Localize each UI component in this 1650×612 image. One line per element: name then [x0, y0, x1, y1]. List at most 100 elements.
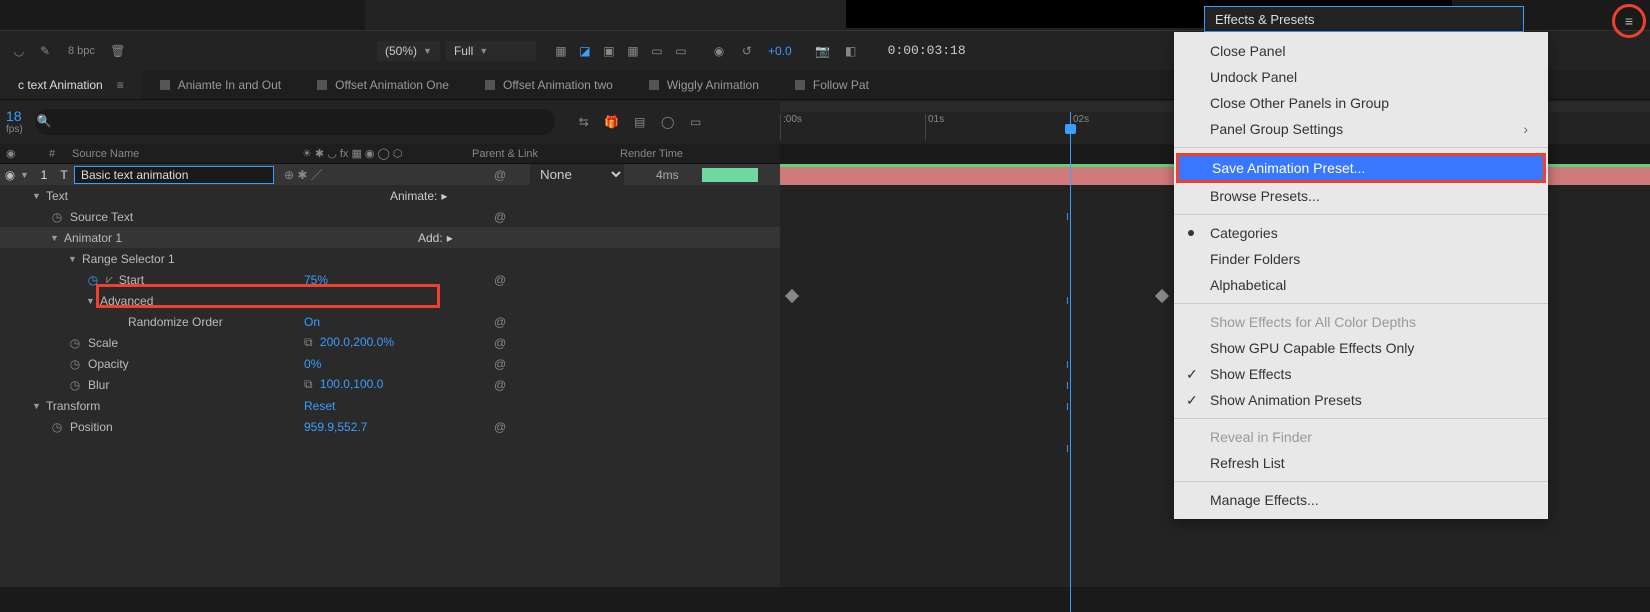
layer-row[interactable]: ◉ ▼ 1 T ⊕ ✱ ／ @ None 4ms — [0, 164, 780, 185]
menu-panel-group-settings[interactable]: Panel Group Settings › — [1174, 116, 1548, 142]
trash-icon[interactable]: 🗑 — [109, 42, 127, 60]
prop-value[interactable]: On — [304, 315, 320, 329]
stopwatch-icon[interactable]: ◷ — [68, 336, 82, 350]
prop-source-text[interactable]: ◷ Source Text @ — [0, 206, 780, 227]
menu-close-panel[interactable]: Close Panel — [1174, 38, 1548, 64]
panel-menu-icon[interactable]: ≡ — [1625, 13, 1633, 29]
menu-alphabetical[interactable]: Alphabetical — [1174, 272, 1548, 298]
exposure-value[interactable]: +0.0 — [768, 44, 792, 58]
animate-menu-button[interactable]: Animate: ▸ — [390, 189, 447, 203]
prop-advanced-group[interactable]: ▼ Advanced — [0, 290, 780, 311]
tab-offset-one[interactable]: Offset Animation One — [299, 70, 467, 99]
tab-animate-in-out[interactable]: Aniamte In and Out — [142, 70, 299, 99]
tab-offset-two[interactable]: Offset Animation two — [467, 70, 631, 99]
pen-icon[interactable]: ✎ — [36, 42, 54, 60]
prop-animator-group[interactable]: ▼ Animator 1 Add: ▸ — [0, 227, 780, 248]
prop-value[interactable]: ⧉ 200.0,200.0% — [304, 335, 394, 350]
prop-value[interactable]: 959.9,552.7 — [304, 420, 367, 434]
mask-toggle-icon[interactable]: ◪ — [574, 40, 596, 62]
menu-manage-effects[interactable]: Manage Effects... — [1174, 487, 1548, 513]
prop-text-group[interactable]: ▼ Text Animate: ▸ — [0, 185, 780, 206]
stopwatch-icon[interactable]: ◷ — [50, 420, 64, 434]
menu-show-animation-presets[interactable]: ✓ Show Animation Presets — [1174, 387, 1548, 413]
menu-show-effects[interactable]: ✓ Show Effects — [1174, 361, 1548, 387]
expression-pickwhip-icon[interactable]: @ — [494, 420, 506, 434]
prop-randomize-order[interactable]: Randomize Order On @ — [0, 311, 780, 332]
layer-name-input[interactable] — [74, 166, 274, 184]
expression-pickwhip-icon[interactable]: @ — [494, 336, 506, 350]
menu-show-all-color-depths[interactable]: Show Effects for All Color Depths — [1174, 309, 1548, 335]
prop-start[interactable]: ◷ ⩗ Start 75% @ — [0, 269, 780, 290]
twirl-icon[interactable]: ▼ — [32, 401, 46, 411]
menu-undock-panel[interactable]: Undock Panel — [1174, 64, 1548, 90]
visibility-toggle[interactable]: ◉ — [0, 168, 20, 182]
prop-position[interactable]: ◷ Position 959.9,552.7 @ — [0, 416, 780, 437]
expression-pickwhip-icon[interactable]: @ — [494, 378, 506, 392]
menu-save-animation-preset[interactable]: Save Animation Preset... — [1176, 153, 1546, 183]
add-menu-button[interactable]: Add: ▸ — [418, 231, 453, 245]
reset-exposure-icon[interactable]: ↺ — [736, 40, 758, 62]
twirl-icon[interactable]: ▼ — [50, 233, 64, 243]
prop-value[interactable]: 75% — [304, 273, 328, 287]
prop-scale[interactable]: ◷ Scale ⧉ 200.0,200.0% @ — [0, 332, 780, 353]
menu-finder-folders[interactable]: Finder Folders — [1174, 246, 1548, 272]
expression-pickwhip-icon[interactable]: @ — [494, 357, 506, 371]
prop-range-selector[interactable]: ▼ Range Selector 1 — [0, 248, 780, 269]
reset-button[interactable]: Reset — [304, 399, 335, 413]
tab-wiggly[interactable]: Wiggly Animation — [631, 70, 777, 99]
prop-transform-group[interactable]: ▼ Transform Reset — [0, 395, 780, 416]
zoom-dropdown[interactable]: (50%) ▼ — [377, 41, 440, 61]
expression-pickwhip-icon[interactable]: @ — [494, 273, 506, 287]
comp-flowchart-icon[interactable]: ⇆ — [575, 113, 593, 131]
stopwatch-icon[interactable]: ◷ — [86, 273, 100, 287]
graph-editor-icon[interactable]: ▭ — [687, 113, 705, 131]
menu-refresh-list[interactable]: Refresh List — [1174, 450, 1548, 476]
prop-value[interactable]: 0% — [304, 357, 321, 371]
expression-pickwhip-icon[interactable]: @ — [494, 315, 506, 329]
transparency-grid-icon[interactable]: ▦ — [550, 40, 572, 62]
eye-column-icon[interactable]: ◉ — [0, 148, 16, 160]
show-snapshot-icon[interactable]: ◧ — [840, 40, 862, 62]
menu-reveal-in-finder[interactable]: Reveal in Finder — [1174, 424, 1548, 450]
guides-icon[interactable]: ▭ — [646, 40, 668, 62]
twirl-icon[interactable]: ▼ — [68, 254, 82, 264]
twirl-icon[interactable]: ▼ — [86, 296, 100, 306]
menu-close-other-panels[interactable]: Close Other Panels in Group — [1174, 90, 1548, 116]
snapshot-icon[interactable]: 📷 — [812, 40, 834, 62]
bpc-indicator[interactable]: 8 bpc — [62, 43, 101, 59]
flow-icon[interactable]: ◡ — [10, 42, 28, 60]
safe-zones-icon[interactable]: ▣ — [598, 40, 620, 62]
prop-blur[interactable]: ◷ Blur ⧉ 100.0,100.0 @ — [0, 374, 780, 395]
prop-opacity[interactable]: ◷ Opacity 0% @ — [0, 353, 780, 374]
pickwhip-icon[interactable]: @ — [494, 168, 506, 182]
stopwatch-icon[interactable]: ◷ — [68, 357, 82, 371]
timecode-display[interactable]: 0:00:03:18 — [888, 43, 966, 58]
graph-icon[interactable]: ⩗ — [106, 272, 113, 287]
draft3d-icon[interactable]: 🎁 — [603, 113, 621, 131]
stopwatch-icon[interactable]: ◷ — [50, 210, 64, 224]
link-icon[interactable]: ⧉ — [304, 335, 313, 349]
expression-pickwhip-icon[interactable]: @ — [494, 210, 506, 224]
motion-blur-icon[interactable]: ◯ — [659, 113, 677, 131]
playhead[interactable] — [1070, 112, 1071, 612]
menu-browse-presets[interactable]: Browse Presets... — [1174, 183, 1548, 209]
tab-menu-icon[interactable]: ≡ — [117, 78, 124, 92]
link-icon[interactable]: ⧉ — [304, 377, 313, 391]
menu-show-gpu-effects[interactable]: Show GPU Capable Effects Only — [1174, 335, 1548, 361]
prop-value[interactable]: ⧉ 100.0,100.0 — [304, 377, 383, 392]
keyframe-icon[interactable] — [785, 289, 799, 303]
layer-switches[interactable]: ⊕ ✱ ／ — [284, 166, 323, 183]
layer-search-input[interactable] — [35, 109, 555, 135]
twirl-icon[interactable]: ▼ — [20, 170, 34, 180]
frame-indicator[interactable]: 18 fps) — [0, 107, 29, 137]
ruler-icon[interactable]: ▭ — [670, 40, 692, 62]
twirl-icon[interactable]: ▼ — [32, 191, 46, 201]
parent-dropdown[interactable]: None — [530, 164, 624, 185]
tab-text-animation[interactable]: c text Animation ≡ — [0, 70, 142, 99]
keyframe-icon[interactable] — [1155, 289, 1169, 303]
grid-icon[interactable]: ▦ — [622, 40, 644, 62]
resolution-dropdown[interactable]: Full ▼ — [446, 41, 536, 61]
tab-follow-path[interactable]: Follow Pat — [777, 70, 887, 99]
stopwatch-icon[interactable]: ◷ — [68, 378, 82, 392]
frame-blend-icon[interactable]: ▤ — [631, 113, 649, 131]
